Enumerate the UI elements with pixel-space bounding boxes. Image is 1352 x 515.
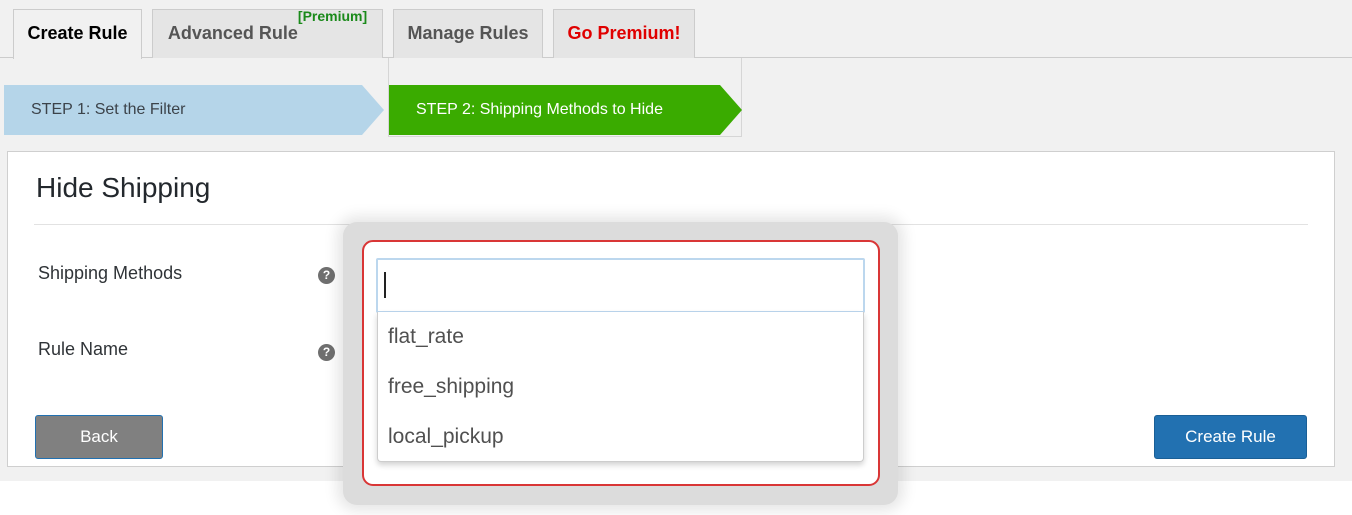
shipping-methods-label: Shipping Methods: [38, 263, 183, 283]
tab-manage-rules[interactable]: Manage Rules: [393, 9, 543, 58]
shipping-methods-search-input[interactable]: [376, 258, 865, 313]
tab-create-rule[interactable]: Create Rule: [13, 9, 142, 59]
tab-create-rule-label: Create Rule: [27, 23, 128, 43]
rule-name-label: Rule Name: [38, 339, 129, 359]
tab-advanced-rule-label: Advanced Rule: [167, 23, 298, 43]
text-caret: [384, 272, 386, 298]
premium-badge: [Premium]: [297, 8, 368, 24]
panel-title: Hide Shipping: [36, 172, 211, 203]
tab-manage-rules-label: Manage Rules: [407, 23, 529, 43]
option-flat-rate[interactable]: flat_rate: [388, 312, 858, 362]
back-button[interactable]: Back: [35, 415, 163, 459]
step-1-label: STEP 1: Set the Filter: [31, 101, 186, 118]
tab-advanced-rule[interactable]: Advanced Rule[Premium]: [152, 8, 383, 58]
shipping-methods-dropdown: flat_rate free_shipping local_pickup: [377, 312, 864, 462]
step-1[interactable]: STEP 1: Set the Filter: [4, 85, 384, 135]
create-rule-button[interactable]: Create Rule: [1154, 415, 1307, 459]
option-local-pickup[interactable]: local_pickup: [388, 412, 858, 462]
help-icon[interactable]: ?: [318, 267, 335, 284]
tab-go-premium-label: Go Premium!: [567, 23, 681, 43]
help-icon[interactable]: ?: [318, 344, 335, 361]
option-free-shipping[interactable]: free_shipping: [388, 362, 858, 412]
tab-bar: Create Rule Advanced Rule[Premium] Manag…: [0, 0, 1352, 59]
step-2[interactable]: STEP 2: Shipping Methods to Hide: [389, 85, 742, 135]
step-2-label: STEP 2: Shipping Methods to Hide: [416, 101, 663, 118]
tab-go-premium[interactable]: Go Premium!: [553, 9, 695, 58]
